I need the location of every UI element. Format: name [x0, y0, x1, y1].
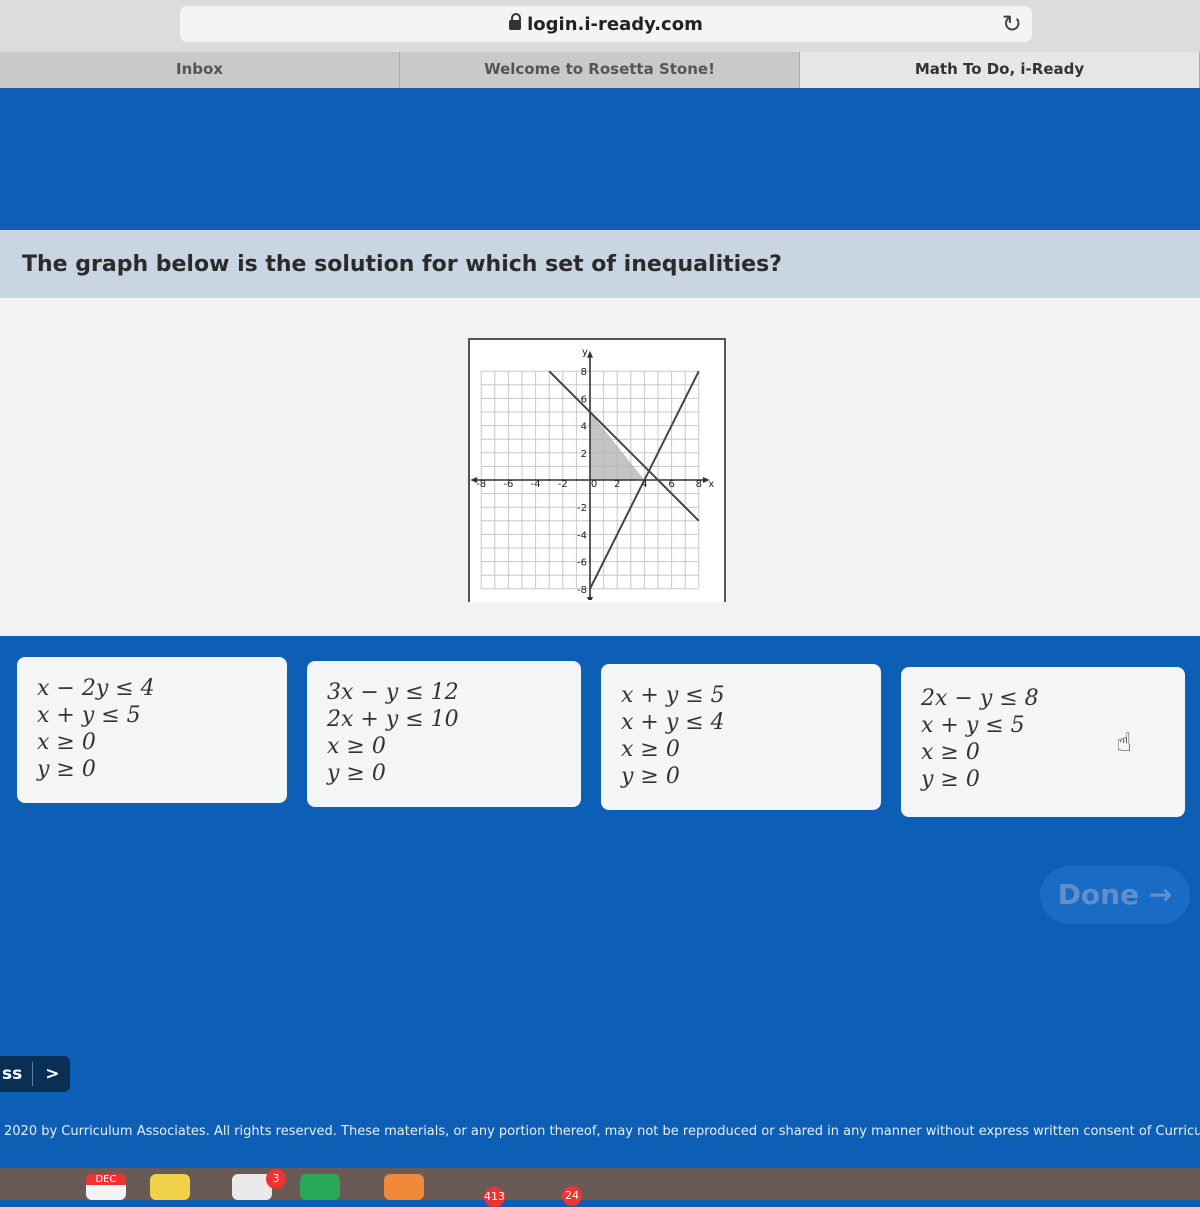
y-tick-label: 8: [581, 367, 587, 378]
answer-choice-4[interactable]: 2x − y ≤ 8 x + y ≤ 5 x ≥ 0 y ≥ 0: [901, 667, 1185, 817]
choice-1-line-3: x ≥ 0: [37, 730, 96, 755]
lock-icon: [509, 13, 522, 30]
calendar-icon[interactable]: DEC: [86, 1174, 126, 1200]
address-bar[interactable]: login.i-ready.com ↻: [180, 6, 1032, 42]
copyright-text: 2020 by Curriculum Associates. All right…: [4, 1124, 1200, 1139]
choice-4-line-2: x + y ≤ 5: [921, 713, 1025, 738]
choice-3-line-2: x + y ≤ 4: [621, 710, 725, 735]
choice-2-line-4: y ≥ 0: [327, 761, 386, 786]
url-text: login.i-ready.com: [527, 14, 703, 35]
y-tick-label: 2: [581, 449, 587, 460]
notes-icon[interactable]: [150, 1174, 190, 1200]
tab-math-to-do[interactable]: Math To Do, i-Ready: [800, 52, 1200, 88]
url-display: login.i-ready.com: [180, 13, 1032, 35]
y-tick-label: -8: [577, 585, 587, 596]
dock: DEC 3 413 24: [0, 1168, 1200, 1207]
x-tick-label: 4: [641, 479, 647, 490]
graph-area: -8 -6 -4 -2 0 2 4 6 8 8 6 4 2 -2 -4 -6 -8 x y: [0, 298, 1200, 636]
numbers-icon[interactable]: [300, 1174, 340, 1200]
y-tick-label: 6: [581, 394, 587, 405]
calendar-label: DEC: [86, 1174, 126, 1185]
choice-2-line-2: 2x + y ≤ 10: [327, 707, 459, 732]
choice-2-line-3: x ≥ 0: [327, 734, 386, 759]
y-tick-label: 4: [581, 422, 587, 433]
chevron-right-icon: >: [45, 1064, 60, 1084]
hand-cursor-icon: ☝: [1116, 728, 1132, 758]
tab-bar: Inbox Welcome to Rosetta Stone! Math To …: [0, 52, 1200, 88]
choice-3-line-3: x ≥ 0: [621, 737, 680, 762]
choice-4-line-3: x ≥ 0: [921, 740, 980, 765]
nav-button[interactable]: ss >: [0, 1056, 70, 1092]
x-tick-label: -2: [558, 479, 568, 490]
tab-rosetta-stone[interactable]: Welcome to Rosetta Stone!: [400, 52, 800, 88]
question-text: The graph below is the solution for whic…: [22, 252, 782, 277]
x-tick-label: -4: [531, 479, 541, 490]
messages-badge: 24: [562, 1186, 582, 1206]
choice-3-line-1: x + y ≤ 5: [621, 683, 725, 708]
mail-badge: 413: [484, 1187, 505, 1207]
choice-1-line-1: x − 2y ≤ 4: [37, 676, 155, 701]
photos-icon[interactable]: [384, 1174, 424, 1200]
question-bar: The graph below is the solution for whic…: [0, 230, 1200, 298]
x-tick-label: 6: [668, 479, 674, 490]
browser-chrome: login.i-ready.com ↻: [0, 0, 1200, 52]
tab-inbox[interactable]: Inbox: [0, 52, 400, 88]
y-axis-label: y: [582, 347, 588, 358]
choice-4-line-4: y ≥ 0: [921, 767, 980, 792]
choice-1-line-2: x + y ≤ 5: [37, 703, 141, 728]
answer-choice-2[interactable]: 3x − y ≤ 12 2x + y ≤ 10 x ≥ 0 y ≥ 0: [307, 661, 581, 807]
nav-label: ss: [2, 1064, 23, 1084]
boundary-line-1: [548, 370, 700, 522]
choice-1-line-4: y ≥ 0: [37, 757, 96, 782]
y-tick-label: -6: [577, 558, 587, 569]
y-tick-label: -4: [577, 530, 587, 541]
x-tick-label: 2: [614, 479, 620, 490]
x-tick-label: 8: [696, 479, 702, 490]
reload-icon[interactable]: ↻: [1002, 10, 1022, 38]
nav-divider: [32, 1062, 34, 1086]
done-button[interactable]: Done →: [1040, 866, 1190, 924]
graph-frame: -8 -6 -4 -2 0 2 4 6 8 8 6 4 2 -2 -4 -6 -8 x y: [468, 338, 726, 604]
answer-choice-3[interactable]: x + y ≤ 5 x + y ≤ 4 x ≥ 0 y ≥ 0: [601, 664, 881, 810]
notification-badge: 3: [266, 1169, 286, 1189]
choice-4-line-1: 2x − y ≤ 8: [921, 686, 1039, 711]
y-axis-arrow-down: [587, 596, 593, 604]
choice-3-line-4: y ≥ 0: [621, 764, 680, 789]
coordinate-graph: -8 -6 -4 -2 0 2 4 6 8 8 6 4 2 -2 -4 -6 -8 x y: [470, 347, 714, 604]
answer-choice-1[interactable]: x − 2y ≤ 4 x + y ≤ 5 x ≥ 0 y ≥ 0: [17, 657, 287, 803]
x-tick-label: -6: [503, 479, 513, 490]
x-axis-label: x: [708, 479, 714, 490]
x-tick-label: 0: [591, 479, 597, 490]
choice-2-line-1: 3x − y ≤ 12: [327, 680, 459, 705]
x-tick-label: -8: [476, 479, 486, 490]
y-tick-label: -2: [577, 503, 587, 514]
